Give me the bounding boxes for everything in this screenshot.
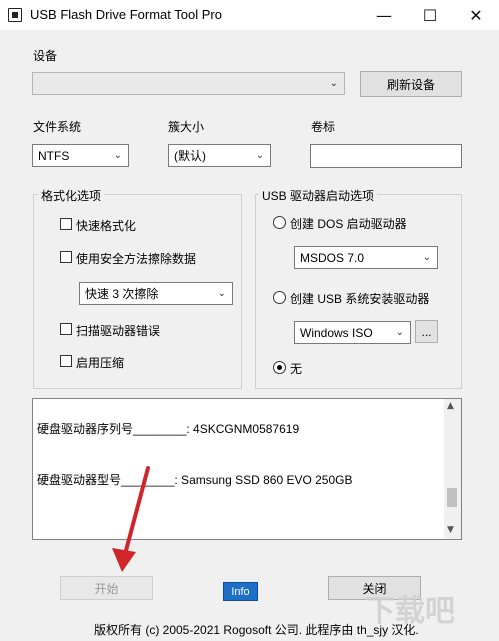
chevron-down-icon: ⌄ (422, 252, 431, 263)
volume-label-input[interactable] (310, 144, 462, 168)
compression-label[interactable]: 启用压缩 (76, 354, 124, 371)
install-source-select[interactable]: Windows ISO ⌄ (294, 321, 411, 344)
device-label: 设备 (33, 49, 58, 63)
scan-errors-label[interactable]: 扫描驱动器错误 (76, 322, 160, 339)
drive-model-text: 硬盘驱动器型号________: Samsung SSD 860 EVO 250… (37, 473, 353, 487)
dos-version-select[interactable]: MSDOS 7.0 ⌄ (294, 246, 438, 269)
cluster-size-select[interactable]: (默认) ⌄ (168, 144, 271, 167)
scan-errors-checkbox[interactable] (60, 323, 72, 335)
secure-erase-label[interactable]: 使用安全方法擦除数据 (76, 250, 196, 267)
scroll-thumb[interactable] (447, 488, 457, 507)
chevron-down-icon: ⌄ (255, 150, 264, 161)
info-button[interactable]: Info (223, 582, 258, 601)
none-radio[interactable] (273, 361, 286, 374)
none-label[interactable]: 无 (290, 360, 302, 377)
refresh-devices-button[interactable]: 刷新设备 (360, 71, 462, 97)
chevron-down-icon: ⌄ (217, 288, 226, 299)
scroll-down-icon[interactable]: ▼ (447, 525, 454, 535)
chevron-down-icon: ⌄ (395, 327, 404, 338)
install-source-select-value: Windows ISO (300, 325, 373, 340)
quick-format-label[interactable]: 快速格式化 (76, 217, 136, 234)
title-bar[interactable]: USB Flash Drive Format Tool Pro — ☐ ✕ (0, 0, 499, 30)
compression-checkbox[interactable] (60, 355, 72, 367)
filesystem-label: 文件系统 (33, 120, 82, 134)
browse-button[interactable]: ... (415, 320, 438, 343)
chevron-down-icon: ⌄ (329, 78, 338, 89)
info-scrollbar[interactable]: ▲ ▼ (444, 399, 461, 539)
filesystem-select-value: NTFS (38, 148, 70, 163)
format-options-title: 格式化选项 (38, 187, 105, 204)
annotation-arrow-icon (112, 466, 150, 572)
site-watermark: 下载吧 (365, 594, 455, 629)
quick-format-checkbox[interactable] (60, 218, 72, 230)
app-icon (8, 8, 22, 22)
scroll-up-icon[interactable]: ▲ (447, 401, 454, 411)
erase-mode-select[interactable]: 快速 3 次擦除 ⌄ (79, 282, 233, 305)
usb-install-label[interactable]: 创建 USB 系统安装驱动器 (290, 290, 429, 307)
dos-version-select-value: MSDOS 7.0 (300, 250, 365, 265)
usb-boot-options-title: USB 驱动器启动选项 (259, 187, 378, 204)
device-select[interactable]: ⌄ (32, 72, 345, 95)
dos-boot-radio[interactable] (273, 216, 286, 229)
dos-boot-label[interactable]: 创建 DOS 启动驱动器 (290, 215, 407, 232)
window-title: USB Flash Drive Format Tool Pro (30, 7, 222, 22)
chevron-down-icon: ⌄ (113, 150, 122, 161)
close-window-button[interactable]: ✕ (453, 0, 499, 30)
filesystem-select[interactable]: NTFS ⌄ (32, 144, 129, 167)
volume-label-label: 卷标 (311, 120, 336, 134)
drive-serial-text: 硬盘驱动器序列号________: 4SKCGNM0587619 (37, 422, 300, 436)
cluster-size-select-value: (默认) (174, 149, 206, 163)
secure-erase-checkbox[interactable] (60, 251, 72, 263)
minimize-button[interactable]: — (361, 0, 407, 30)
erase-mode-select-value: 快速 3 次擦除 (85, 287, 159, 301)
drive-info-area[interactable]: 硬盘驱动器序列号________: 4SKCGNM0587619 硬盘驱动器型号… (32, 398, 462, 540)
usb-install-radio[interactable] (273, 291, 286, 304)
cluster-size-label: 簇大小 (168, 120, 205, 134)
maximize-button[interactable]: ☐ (407, 0, 453, 30)
